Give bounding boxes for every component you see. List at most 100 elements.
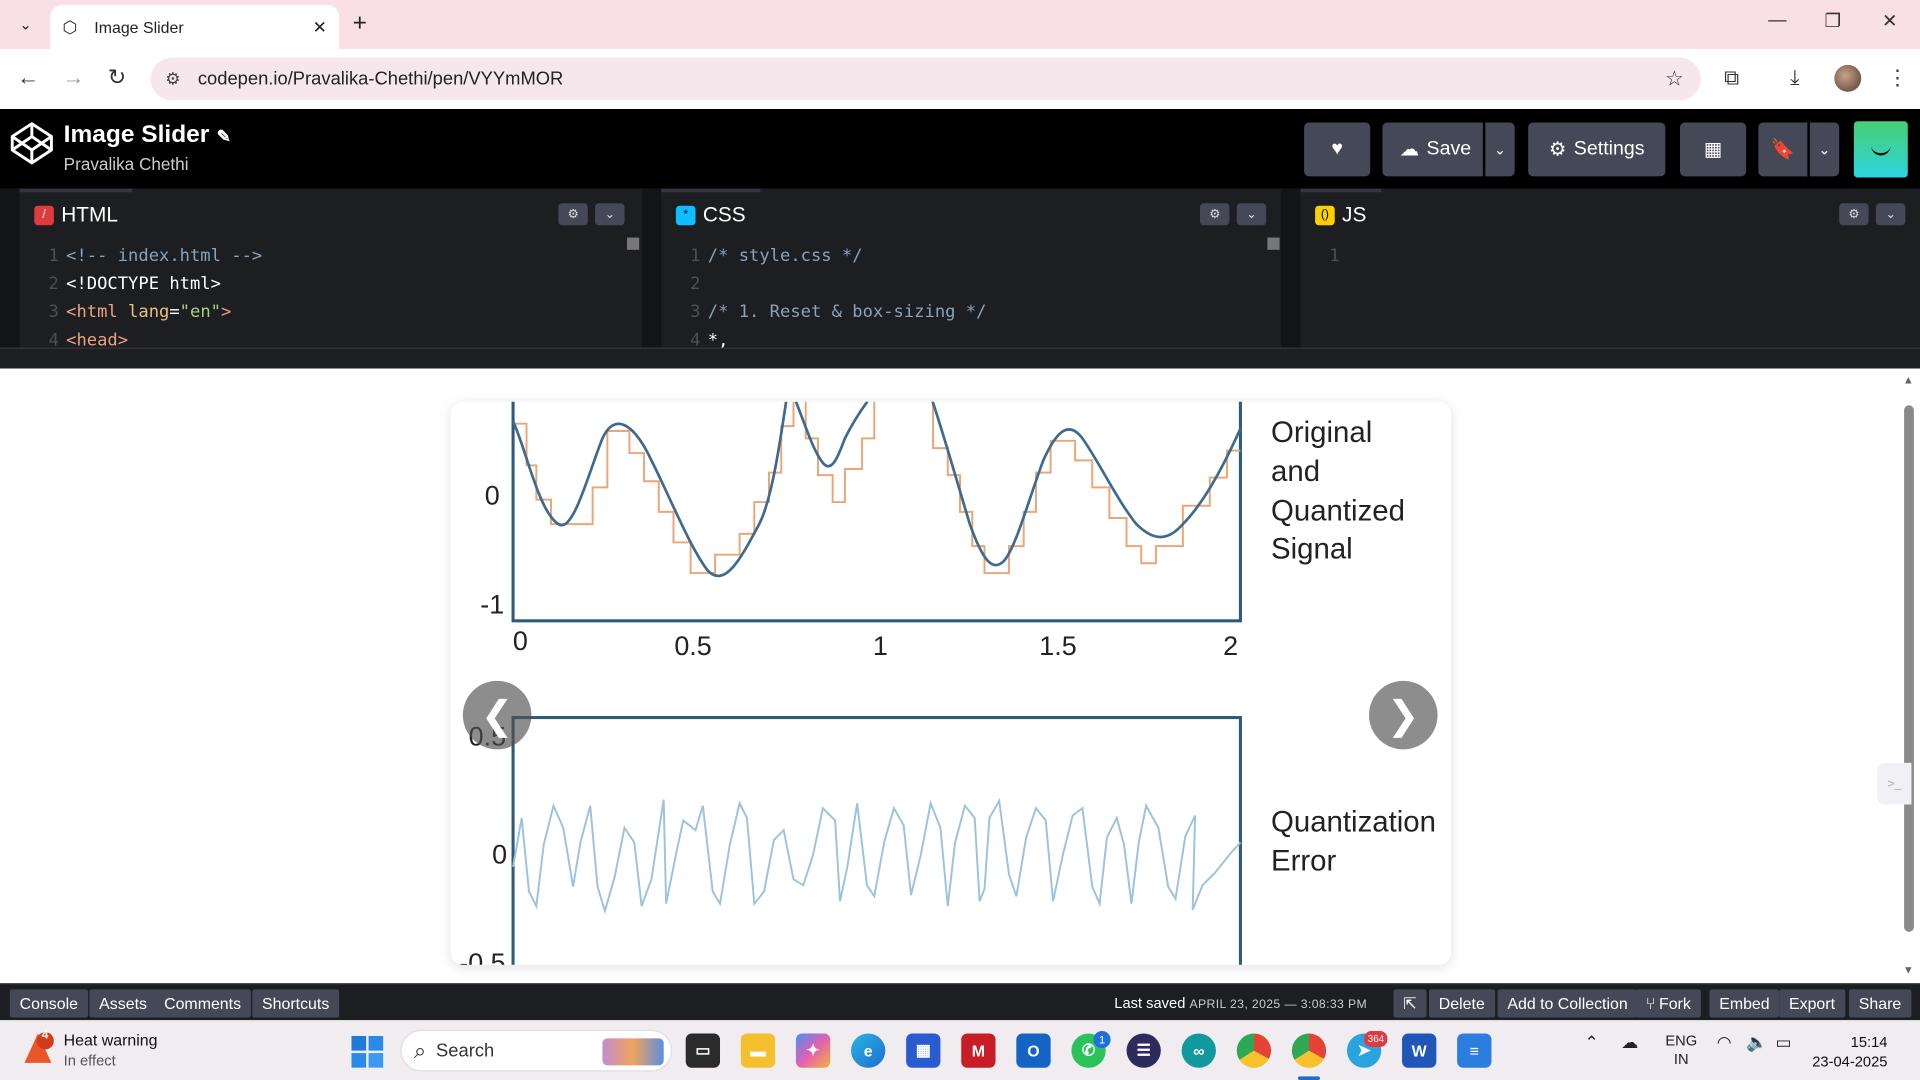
bookmark-dropdown-button[interactable]: ⌄ (1809, 122, 1840, 177)
css-editor[interactable]: * CSS ⚙ ⌄ 1 /* style.css */ 2 3 /* 1. Rese… (661, 188, 1281, 348)
back-icon[interactable]: ← (17, 65, 39, 91)
arduino-icon[interactable]: ∞ (1181, 1033, 1216, 1068)
windows-start-icon[interactable] (351, 1035, 384, 1068)
pen-title-text[interactable]: Image Slider (64, 121, 210, 148)
minimize-icon[interactable]: — (1768, 10, 1786, 31)
tab-close-icon[interactable]: ✕ (313, 17, 327, 38)
tab-html[interactable]: / HTML (19, 188, 133, 238)
region-code: IN (1673, 1050, 1689, 1068)
chrome-icon[interactable] (1236, 1033, 1272, 1068)
user-avatar[interactable] (1853, 121, 1908, 178)
extensions-icon[interactable]: ⧉ (1724, 66, 1739, 90)
html-editor[interactable]: / HTML ⚙ ⌄ 1 <!-- index.html --> 2 <!DOCTY… (19, 188, 642, 348)
add-to-collection-button[interactable]: Add to Collection (1497, 989, 1638, 1018)
html-code[interactable]: 1 <!-- index.html --> 2 <!DOCTYPE html> 3 <… (20, 242, 263, 348)
shortcuts-button[interactable]: Shortcuts (252, 989, 340, 1018)
embed-button[interactable]: Embed (1709, 989, 1780, 1018)
edit-pencil-icon[interactable]: ✎ (217, 126, 231, 146)
side-panel-toggle-icon[interactable]: >_ (1877, 762, 1912, 805)
address-bar[interactable]: ⚙ codepen.io/Pravalika-Chethi/pen/VYYmMO… (150, 57, 1701, 101)
task-view-icon[interactable]: ▭ (685, 1033, 721, 1068)
settings-button[interactable]: ⚙ Settings (1528, 122, 1666, 177)
file-explorer-icon[interactable]: ▬ (740, 1033, 776, 1068)
editor-scroll-thumb[interactable] (1267, 237, 1280, 250)
save-button[interactable]: ☁ Save (1382, 122, 1483, 177)
tray-expand-icon[interactable]: ⌃ (1585, 1032, 1599, 1053)
quantization-error-line (512, 797, 1242, 915)
original-signal-line (511, 401, 1242, 578)
mcafee-icon[interactable]: M (961, 1033, 996, 1068)
new-tab-icon[interactable]: + (353, 10, 367, 38)
top-plot-label-line: Signal (1271, 532, 1353, 565)
preview-resizer[interactable] (0, 347, 1920, 369)
browser-tab[interactable]: ⬡ Image Slider ✕ (50, 4, 340, 49)
volume-icon[interactable]: 🔈 (1746, 1032, 1767, 1053)
tab-list-chevron-icon[interactable]: ⌄ (10, 10, 42, 39)
chrome-profile-icon[interactable] (1291, 1033, 1327, 1068)
eclipse-icon[interactable]: ☰ (1126, 1033, 1161, 1068)
scroll-down-icon[interactable]: ▼ (1903, 964, 1914, 976)
preview-scroll-thumb[interactable] (1904, 405, 1914, 932)
js-settings-icon[interactable]: ⚙ (1839, 203, 1869, 226)
code-line: 1 (1300, 242, 1347, 270)
battery-icon[interactable]: ▭ (1776, 1032, 1792, 1053)
word-icon[interactable]: W (1402, 1033, 1437, 1068)
onedrive-icon[interactable]: ☁ (1621, 1032, 1638, 1053)
line-number: 3 (690, 302, 701, 323)
scroll-up-icon[interactable]: ▲ (1903, 373, 1914, 385)
css-settings-icon[interactable]: ⚙ (1200, 203, 1230, 226)
js-code[interactable]: 1 (1300, 242, 1347, 270)
site-info-icon[interactable]: ⚙ (165, 69, 180, 90)
taskbar-clock[interactable]: 15:14 23-04-2025 (1812, 1032, 1887, 1071)
forward-icon[interactable]: → (62, 65, 84, 91)
layout-button[interactable]: ▦ (1680, 122, 1747, 177)
profile-avatar[interactable] (1834, 64, 1862, 92)
editor-scroll-thumb[interactable] (626, 237, 640, 250)
css-code[interactable]: 1 /* style.css */ 2 3 /* 1. Reset & box-si… (661, 242, 986, 348)
export-button[interactable]: Export (1779, 989, 1845, 1018)
browser-toolbar: ← → ↻ ⚙ codepen.io/Pravalika-Chethi/pen/… (0, 48, 1920, 109)
tab-css[interactable]: * CSS (661, 188, 761, 238)
assets-button[interactable]: Assets (89, 989, 157, 1018)
taskbar-search[interactable]: ⌕ Search (400, 1029, 673, 1072)
save-dropdown-button[interactable]: ⌄ (1485, 122, 1515, 177)
html-collapse-icon[interactable]: ⌄ (595, 203, 625, 226)
close-window-icon[interactable]: ✕ (1882, 10, 1897, 32)
share-button[interactable]: Share (1848, 989, 1912, 1018)
restore-icon[interactable]: ❐ (1825, 10, 1841, 32)
notepad-icon[interactable]: ≡ (1457, 1033, 1492, 1068)
edge-icon[interactable]: e (851, 1033, 886, 1068)
console-button[interactable]: Console (9, 989, 88, 1018)
store-icon[interactable]: ▦ (906, 1033, 941, 1068)
top-x-tick: 1 (873, 631, 888, 661)
love-button[interactable]: ♥ (1304, 122, 1371, 177)
language-indicator[interactable]: ENG IN (1665, 1032, 1697, 1069)
comments-button[interactable]: Comments (154, 989, 251, 1018)
editor-gutter[interactable] (1280, 188, 1301, 348)
open-external-button[interactable]: ⇱ (1393, 989, 1427, 1018)
tab-js[interactable]: () JS (1300, 188, 1382, 238)
last-saved-status: Last saved APRIL 23, 2025 — 3:08:33 PM (1114, 994, 1367, 1011)
js-editor[interactable]: () JS ⚙ ⌄ 1 (1300, 188, 1920, 348)
bookmark-star-icon[interactable]: ☆ (1665, 67, 1684, 91)
bottom-plot-label-line: Quantization (1271, 805, 1436, 838)
bookmark-button[interactable]: 🔖 (1758, 122, 1808, 177)
js-collapse-icon[interactable]: ⌄ (1875, 203, 1906, 226)
delete-button[interactable]: Delete (1428, 989, 1495, 1018)
wifi-icon[interactable]: ◠ (1717, 1032, 1732, 1053)
outlook-icon[interactable]: O (1016, 1033, 1051, 1068)
prev-slide-button[interactable]: ❮ (462, 680, 532, 750)
editor-gutter[interactable] (641, 188, 662, 348)
codepen-logo-icon[interactable] (10, 121, 54, 165)
html-settings-icon[interactable]: ⚙ (558, 203, 588, 226)
css-collapse-icon[interactable]: ⌄ (1236, 203, 1267, 226)
reload-icon[interactable]: ↻ (108, 65, 126, 91)
download-icon[interactable]: ⤓ (1790, 66, 1799, 90)
fork-button[interactable]: ⑂ Fork (1635, 989, 1701, 1018)
next-slide-button[interactable]: ❯ (1368, 680, 1438, 750)
pen-title[interactable]: Image Slider ✎ (64, 121, 231, 149)
browser-menu-icon[interactable]: ⋮ (1887, 66, 1908, 90)
pen-author[interactable]: Pravalika Chethi (64, 154, 189, 174)
url-text[interactable]: codepen.io/Pravalika-Chethi/pen/VYYmMOR (198, 69, 563, 90)
copilot-icon[interactable]: ✦ (795, 1033, 831, 1068)
